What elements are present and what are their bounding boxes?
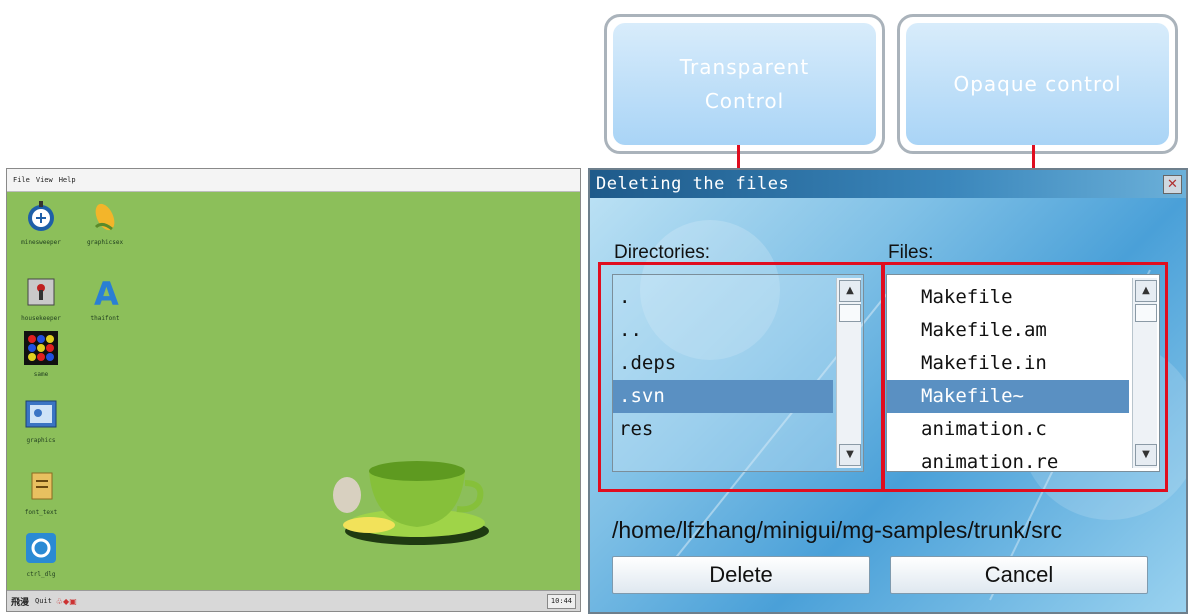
dialog-title-bar[interactable]: Deleting the files ✕	[590, 170, 1186, 198]
list-item[interactable]: Makefile.am	[887, 314, 1159, 347]
menu-help[interactable]: Help	[59, 176, 76, 184]
list-item[interactable]: .	[613, 281, 863, 314]
desktop-icon-graphics[interactable]: graphics	[9, 397, 73, 444]
scroll-up-icon[interactable]: ▲	[1135, 280, 1157, 302]
menu-file[interactable]: File	[13, 176, 30, 184]
desktop-icon-graphicsex[interactable]: graphicsex	[73, 199, 137, 246]
scroll-thumb[interactable]	[1135, 304, 1157, 322]
files-label: Files:	[888, 242, 934, 263]
desktop-icon-same[interactable]: same	[9, 331, 73, 378]
directories-scrollbar[interactable]: ▲ ▼	[836, 278, 861, 468]
list-item[interactable]: Makefile	[887, 281, 1159, 314]
files-listbox[interactable]: Makefile Makefile.am Makefile.in Makefil…	[886, 274, 1160, 472]
desktop-icon-font-text[interactable]: font_text	[9, 469, 73, 516]
callout-transparent-text: Transparent Control	[679, 55, 810, 113]
quit-button[interactable]: Quit	[35, 597, 52, 605]
desktop-icon-minesweeper[interactable]: minesweeper	[9, 199, 73, 246]
minigui-desktop: File View Help minesweeper graphicsex ho…	[6, 168, 581, 612]
dialog-title: Deleting the files	[596, 174, 790, 194]
list-item[interactable]: ..	[613, 314, 863, 347]
start-button[interactable]: 飛漫	[11, 595, 29, 608]
desktop-taskbar: 飛漫 Quit ♧◆▣ 10:44	[7, 590, 580, 611]
wallpaper-teacup-illustration	[333, 461, 489, 545]
list-item[interactable]: animation.c	[887, 413, 1159, 446]
tray-icons[interactable]: ♧◆▣	[56, 597, 77, 606]
graphicsex-icon	[94, 203, 115, 231]
desktop-icon-thaifont[interactable]: A thaifont	[73, 275, 137, 322]
desktop-icon-ctrl-dlg[interactable]: ctrl_dlg	[9, 531, 73, 578]
directories-listbox[interactable]: . .. .deps .svn res ▲ ▼	[612, 274, 864, 472]
delete-button[interactable]: Delete	[612, 556, 870, 594]
menu-view[interactable]: View	[36, 176, 53, 184]
graphics-icon	[25, 400, 57, 428]
list-item[interactable]: .deps	[613, 347, 863, 380]
close-icon[interactable]: ✕	[1163, 175, 1182, 194]
list-item-selected[interactable]: .svn	[613, 380, 833, 413]
taskbar-clock: 10:44	[546, 594, 576, 609]
list-item-selected[interactable]: Makefile~	[887, 380, 1129, 413]
scroll-down-icon[interactable]: ▼	[1135, 444, 1157, 466]
scroll-down-icon[interactable]: ▼	[839, 444, 861, 466]
directories-label: Directories:	[614, 242, 711, 263]
current-path: /home/lfzhang/minigui/mg-samples/trunk/s…	[612, 517, 1062, 543]
delete-files-dialog: Deleting the files ✕ Directories: Files:…	[588, 168, 1188, 614]
desktop-menubar: File View Help	[7, 169, 580, 192]
scroll-up-icon[interactable]: ▲	[839, 280, 861, 302]
scroll-thumb[interactable]	[839, 304, 861, 322]
same-game-icon	[24, 331, 58, 365]
desktop-icon-housekeeper[interactable]: housekeeper	[9, 275, 73, 322]
cancel-button[interactable]: Cancel	[890, 556, 1148, 594]
thaifont-icon: A	[94, 275, 119, 313]
ctrl-dlg-icon	[26, 533, 56, 563]
list-item[interactable]: res	[613, 413, 863, 446]
list-item[interactable]: animation.re	[887, 446, 1159, 471]
svg-text:A: A	[94, 275, 119, 309]
callout-transparent-control: Transparent Control	[604, 14, 885, 154]
list-item[interactable]: Makefile.in	[887, 347, 1159, 380]
font-text-icon	[31, 472, 53, 500]
minesweeper-icon	[28, 201, 54, 231]
callout-opaque-text: Opaque control	[953, 72, 1122, 96]
housekeeper-icon	[27, 278, 55, 306]
files-scrollbar[interactable]: ▲ ▼	[1132, 278, 1157, 468]
callout-opaque-control: Opaque control	[897, 14, 1178, 154]
